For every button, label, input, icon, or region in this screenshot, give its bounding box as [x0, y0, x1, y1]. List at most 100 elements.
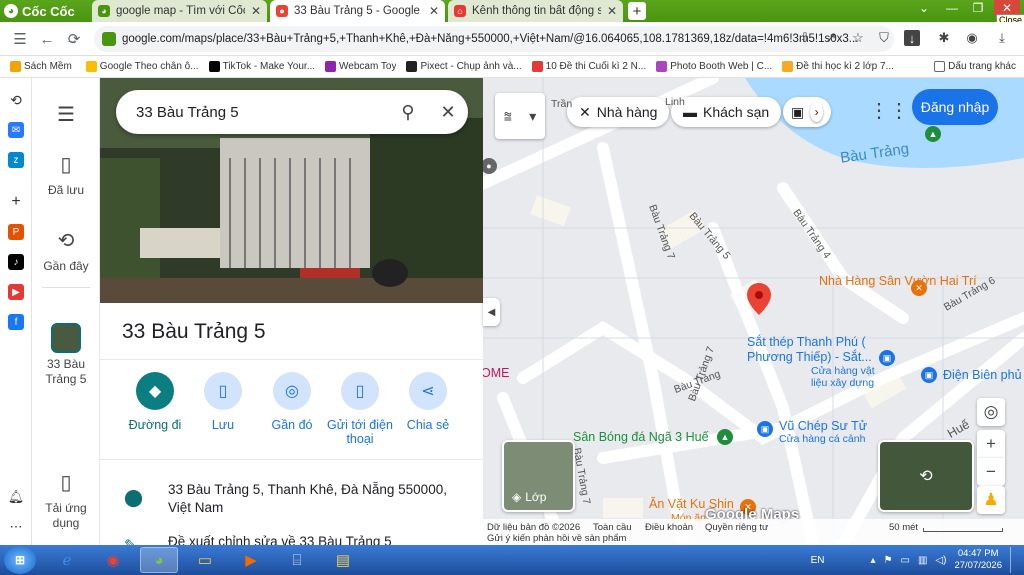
minimize-button[interactable]: — — [940, 0, 964, 16]
recent-button[interactable]: ⟲ Gần đây — [32, 228, 100, 273]
park-pin-icon[interactable]: ▲ — [925, 126, 941, 142]
shop-pin-icon[interactable]: ▣ — [879, 350, 895, 366]
bookmark-item[interactable]: Sách Mềm — [10, 61, 72, 72]
location-pin-icon[interactable] — [747, 283, 771, 315]
youtube-icon[interactable]: ▶ — [8, 284, 24, 300]
ie-icon[interactable]: ℯ — [48, 547, 86, 573]
new-tab-button[interactable]: + — [628, 2, 646, 20]
add-icon[interactable]: + — [8, 193, 24, 210]
download-page-icon[interactable]: ⇩ — [797, 30, 813, 46]
network-icon[interactable]: ▥ — [918, 555, 927, 566]
scale-label[interactable]: 50 mét — [889, 522, 918, 533]
send-to-phone-button[interactable]: ▯ Gửi tới điện thoại — [325, 372, 395, 446]
history-icon[interactable]: ⟲ — [8, 92, 24, 108]
p-app-icon[interactable]: P — [8, 224, 24, 240]
map-canvas[interactable]: ⩰ ▾ ✕ Nhà hàng ▬ Khách sạn ▣ › ⋮⋮ Đăng nhập … — [483, 78, 1024, 545]
chip-hotels[interactable]: ▬ Khách sạn — [671, 97, 782, 127]
street-view-preview[interactable]: ⟲ — [878, 440, 974, 512]
privacy-link[interactable]: Quyền riêng tư — [705, 522, 768, 533]
maximize-button[interactable]: ❐ — [966, 0, 990, 16]
show-desktop-button[interactable] — [1010, 547, 1018, 573]
other-bookmarks[interactable]: Dấu trang khác — [934, 61, 1016, 72]
layers-button[interactable]: ◈ Lớp — [502, 440, 575, 512]
bookmark-item[interactable]: Webcam Toy — [325, 61, 396, 72]
directions-button[interactable]: ◆ Đường đi — [120, 372, 190, 432]
chrome-icon[interactable]: ◉ — [94, 547, 132, 573]
share-button[interactable]: ⋖ Chia sẻ — [393, 372, 463, 432]
url-box[interactable]: google.com/maps/place/33+Bàu+Trảng+5,+Th… — [94, 26, 894, 52]
terms-link[interactable]: Điều khoản — [645, 522, 693, 533]
messenger-icon[interactable]: ✉ — [8, 122, 24, 138]
zoom-out-button[interactable]: − — [977, 458, 1005, 486]
place-address[interactable]: 33 Bàu Trảng 5, Thanh Khê, Đà Nẵng 55000… — [168, 481, 468, 517]
bookmark-item[interactable]: 10 Đề thi Cuối kì 2 N... — [531, 61, 646, 72]
save-button[interactable]: ▯ Lưu — [188, 372, 258, 432]
collapse-panel-button[interactable]: ◀ — [483, 298, 500, 326]
tab-maps[interactable]: ● 33 Bàu Trảng 5 - Google Maps ✕ — [270, 0, 445, 22]
share-page-icon[interactable]: ↗ — [823, 30, 839, 46]
more-icon[interactable]: ⋯ — [8, 519, 24, 535]
bell-icon[interactable]: 🔔︎ — [8, 489, 25, 505]
global-link[interactable]: Toàn cầu — [593, 522, 632, 533]
extensions-icon[interactable]: ✱ — [936, 30, 952, 46]
start-button[interactable]: ⊞ — [4, 546, 36, 574]
display-icon[interactable]: ▭ — [901, 555, 910, 566]
tray-expand-icon[interactable]: ▴ — [871, 555, 876, 566]
clock[interactable]: 04:47 PM 27/07/2026 — [954, 548, 1002, 572]
clear-icon[interactable]: ✕ — [428, 102, 468, 123]
language-indicator[interactable]: EN — [811, 555, 825, 566]
search-icon[interactable]: ⚲ — [388, 102, 428, 123]
sign-in-button[interactable]: Đăng nhập — [912, 89, 998, 125]
nearby-button[interactable]: ◎ Gần đó — [257, 372, 327, 432]
coccoc-taskbar-icon[interactable]: ◕ — [140, 547, 178, 573]
feedback-link[interactable]: Gửi ý kiến phản hồi về sản phẩm — [487, 533, 626, 544]
search-input[interactable]: 33 Bàu Trảng 5 — [136, 104, 388, 121]
search-box[interactable]: 33 Bàu Trảng 5 ⚲ ✕ — [116, 90, 468, 134]
park-pin-icon[interactable]: ▲ — [717, 429, 733, 445]
bookmark-item[interactable]: Google Theo chân ô... — [85, 61, 199, 72]
poi-label-vu-chep[interactable]: Vũ Chép Sư Tử — [779, 419, 867, 433]
poi-label-football[interactable]: Sân Bóng đá Ngã 3 Huế — [573, 430, 709, 444]
facebook-icon[interactable]: f — [8, 314, 24, 330]
apps-grid-icon[interactable]: ⋮⋮ — [869, 98, 909, 123]
restaurant-pin-icon[interactable]: ✕ — [911, 280, 927, 296]
chip-restaurants[interactable]: ✕ Nhà hàng — [567, 97, 670, 127]
downloads-icon[interactable]: ⤓ — [994, 30, 1010, 46]
my-location-button[interactable]: ◎ — [977, 398, 1005, 426]
close-icon[interactable]: ✕ — [429, 4, 439, 18]
suggest-edit-link[interactable]: Đề xuất chỉnh sửa về 33 Bàu Trảng 5 — [168, 534, 392, 545]
close-icon[interactable]: ✕ — [607, 4, 617, 18]
tab-real-estate[interactable]: ⌂ Kênh thông tin bất động sản ✕ — [448, 0, 623, 22]
volume-icon[interactable]: ◁) — [935, 555, 946, 566]
poi-label-restaurant[interactable]: Nhà Hàng Sân Vườn Hai Trí — [819, 274, 977, 289]
star-icon[interactable]: ☆ — [850, 30, 866, 46]
shield-icon[interactable]: ⛉ — [876, 30, 892, 46]
bookmark-item[interactable]: Photo Booth Web | C... — [656, 61, 772, 72]
folder-icon[interactable]: ▭ — [186, 547, 224, 573]
bookmark-item[interactable]: Pixect - Chụp ảnh và... — [406, 61, 522, 72]
download-app-button[interactable]: ▯ Tải ứng dụng — [32, 470, 100, 531]
zoom-in-button[interactable]: + — [977, 430, 1005, 458]
fish-shop-pin-icon[interactable]: ▣ — [757, 421, 773, 437]
url-text[interactable]: google.com/maps/place/33+Bàu+Trảng+5,+Th… — [122, 33, 894, 45]
poi-label-steel[interactable]: Sắt thép Thanh Phú ( Phương Thiếp) - Sắt… — [747, 335, 877, 365]
files-icon[interactable]: ▤ — [324, 547, 362, 573]
recent-place-button[interactable]: 33 Bàu Trảng 5 — [32, 323, 100, 387]
chip-more[interactable]: ▣ › — [783, 97, 831, 127]
reload-icon[interactable]: ⟳ — [64, 29, 84, 49]
bookmark-item[interactable]: Đề thi học kì 2 lớp 7... — [782, 61, 894, 72]
savefrom-icon[interactable]: ↓ — [904, 30, 920, 46]
browser-logo[interactable]: ◕ Cốc Cốc — [4, 2, 75, 20]
network-app-icon[interactable]: ⌸ — [278, 547, 316, 573]
transit-toggle[interactable]: ⩰ ▾ — [495, 93, 545, 139]
media-player-icon[interactable]: ▶ — [232, 547, 270, 573]
tiktok-icon[interactable]: ♪ — [8, 254, 24, 270]
zalo-icon[interactable]: z — [8, 152, 24, 168]
pegman-icon[interactable]: ♟ — [977, 486, 1005, 514]
flag-icon[interactable]: ⚑ — [884, 555, 893, 566]
back-button[interactable]: ← — [37, 29, 57, 49]
poi-label-dien-bien[interactable]: Điện Biên phủ — [943, 368, 1022, 382]
hamburger-menu-icon[interactable]: ☰ — [32, 102, 100, 133]
bookmark-item[interactable]: TikTok - Make Your... — [208, 61, 315, 72]
saved-button[interactable]: ▯ Đã lưu — [32, 152, 100, 197]
